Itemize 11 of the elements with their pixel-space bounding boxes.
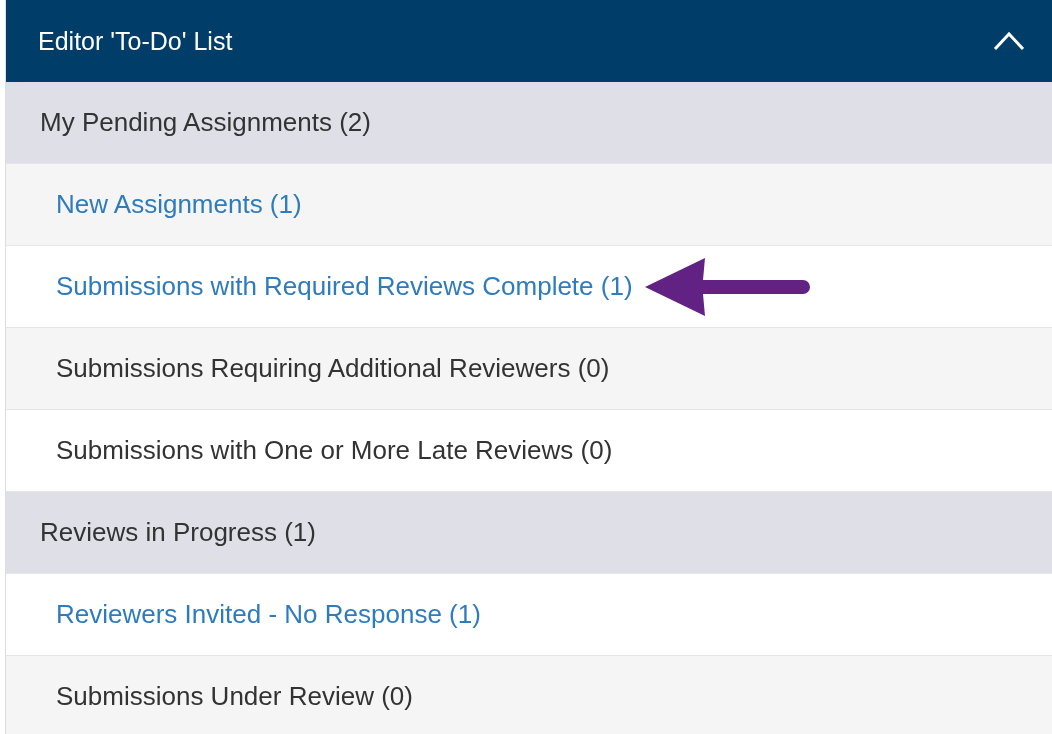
chevron-up-icon [993,31,1025,51]
task-link[interactable]: Submissions with Required Reviews Complete (1) [56,271,633,302]
group-label: My Pending Assignments (2) [40,107,371,138]
collapse-button[interactable] [993,31,1025,51]
task-link[interactable]: New Assignments (1) [56,189,302,220]
task-label: Submissions with One or More Late Reviews (0) [56,435,613,466]
panel-title: Editor 'To-Do' List [38,26,233,56]
task-label: Submissions Requiring Additional Reviewers (0) [56,353,610,384]
group-label: Reviews in Progress (1) [40,517,316,548]
task-label: Submissions Under Review (0) [56,681,413,712]
task-link[interactable]: Reviewers Invited - No Response (1) [56,599,481,630]
